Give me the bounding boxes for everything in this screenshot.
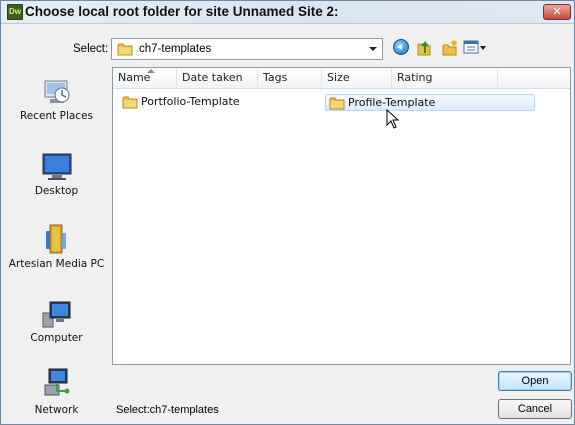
close-button[interactable]: ✕ <box>543 4 571 20</box>
list-item[interactable]: Profile-Template <box>325 94 535 111</box>
column-rating[interactable]: Rating <box>392 68 498 88</box>
selection-text: Select:ch7-templates <box>116 404 219 416</box>
item-label: Portfolio-Template <box>141 95 240 108</box>
mouse-cursor-icon <box>386 109 400 129</box>
column-date-taken[interactable]: Date taken <box>177 68 258 88</box>
select-label: Select: <box>73 43 109 55</box>
folder-dropdown[interactable]: ch7-templates <box>111 38 383 60</box>
views-icon[interactable] <box>463 39 487 57</box>
folder-icon <box>329 97 345 110</box>
place-label: Desktop <box>34 185 79 197</box>
column-tags[interactable]: Tags <box>258 68 322 88</box>
recent-places-icon <box>44 80 69 103</box>
item-label: Profile-Template <box>348 96 436 109</box>
open-button[interactable]: Open <box>498 371 572 391</box>
folder-icon <box>117 43 133 56</box>
column-size[interactable]: Size <box>322 68 392 88</box>
desktop-icon <box>42 153 71 180</box>
place-label: Recent Places <box>19 110 93 122</box>
folder-icon <box>122 96 138 109</box>
place-label: Artesian Media PC <box>8 258 105 270</box>
dialog-window: Dw Choose local root folder for site Unn… <box>0 0 575 425</box>
dreamweaver-icon: Dw <box>7 4 23 20</box>
user-folder-icon <box>45 224 66 254</box>
up-folder-icon[interactable] <box>416 39 432 57</box>
place-recent-places[interactable]: Recent Places <box>7 75 106 123</box>
sort-arrow-icon <box>147 69 155 73</box>
close-icon: ✕ <box>552 5 562 18</box>
place-user-folder[interactable]: Artesian Media PC <box>7 223 106 271</box>
new-folder-icon[interactable] <box>441 39 459 57</box>
list-item[interactable]: Portfolio-Template <box>119 94 269 111</box>
place-network[interactable]: Network <box>7 367 106 417</box>
title-bar[interactable]: Dw Choose local root folder for site Unn… <box>1 1 574 24</box>
current-folder: ch7-templates <box>139 43 212 55</box>
network-icon <box>44 368 69 396</box>
places-bar: Recent Places Desktop Artesian Media PC <box>7 67 106 417</box>
computer-icon <box>42 301 70 328</box>
dialog-title: Choose local root folder for site Unname… <box>25 4 339 19</box>
chevron-down-icon[interactable] <box>364 39 382 59</box>
column-name[interactable]: Name <box>113 68 177 88</box>
place-label: Computer <box>30 332 83 344</box>
place-computer[interactable]: Computer <box>7 299 106 345</box>
place-label: Network <box>34 404 79 416</box>
back-icon[interactable] <box>393 39 409 55</box>
file-list[interactable]: Name Date taken Tags Size Rating Portfol… <box>112 67 571 365</box>
place-desktop[interactable]: Desktop <box>7 152 106 198</box>
column-header: Name Date taken Tags Size Rating <box>113 68 570 89</box>
cancel-button[interactable]: Cancel <box>498 399 572 419</box>
